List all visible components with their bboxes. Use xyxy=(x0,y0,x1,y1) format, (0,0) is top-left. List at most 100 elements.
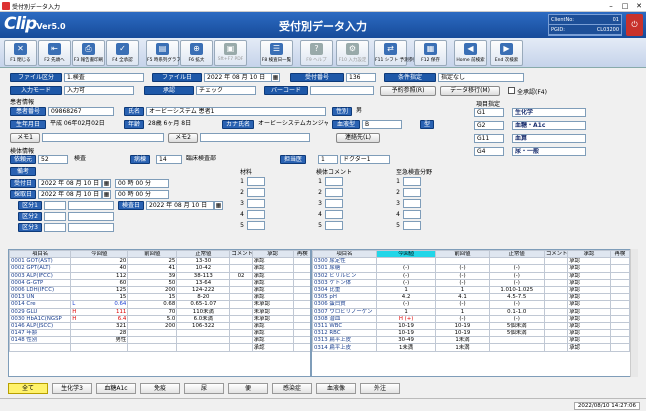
barcode-field[interactable] xyxy=(310,86,374,95)
kensa-calendar-icon[interactable]: ▦ xyxy=(214,201,223,210)
tab-8[interactable]: 外注 xyxy=(360,383,400,394)
recheck-cell[interactable] xyxy=(292,300,310,309)
toolbar-f8-button[interactable]: ☰ F8 検査日一覧 xyxy=(260,40,293,66)
approval-select[interactable]: 承認 xyxy=(567,329,611,338)
current-value[interactable]: H 111 xyxy=(70,307,129,316)
zairyo-row-field[interactable] xyxy=(247,199,265,208)
table-row[interactable]: 承認 xyxy=(9,343,310,352)
approve-select[interactable]: チェック xyxy=(196,86,256,95)
item-spec-code[interactable]: G4 xyxy=(474,147,504,156)
yoyaku-button[interactable]: 予約参照(R) xyxy=(380,86,436,96)
table-row[interactable]: 0306 蛋白質 (-) (-) (-) 承認 xyxy=(312,300,631,309)
table-row[interactable]: 0001 GOT(AST) 20 25 13-30 承認 xyxy=(9,257,310,266)
table-row[interactable]: 0301 尿糖 (-) (-) (-) 承認 xyxy=(312,264,631,273)
comment1[interactable] xyxy=(229,293,253,302)
toolbar-f9-button[interactable]: ? F9 ヘルプ xyxy=(300,40,333,66)
recheck-cell[interactable] xyxy=(292,307,310,316)
table-row[interactable]: 0303 ケトン体 (-) (-) (-) 承認 xyxy=(312,278,631,287)
table-row[interactable]: 0030 HbA1C(NGSP H 6.4 5.0 6.0未満 未承認 xyxy=(9,314,310,323)
current-value[interactable]: 20 xyxy=(70,257,129,266)
zairyo-row-field[interactable] xyxy=(247,188,265,197)
approval-select[interactable]: 承認 xyxy=(567,300,611,309)
current-value[interactable] xyxy=(375,257,437,266)
ward-code-field[interactable]: 14 xyxy=(156,155,182,164)
approval-select[interactable]: 承認 xyxy=(567,307,611,316)
current-value[interactable]: 321 xyxy=(70,321,129,331)
tab-1[interactable]: 生化学3 xyxy=(52,383,92,394)
toolbar-f2-button[interactable]: ⇤ F2 先頭へ xyxy=(38,40,71,66)
approval-select[interactable]: 承認 xyxy=(251,336,294,345)
table-row[interactable]: 0311 WBC 10-19 10-19 5個未満 承認 xyxy=(312,321,631,331)
comment1[interactable] xyxy=(543,307,569,316)
recheck-cell[interactable] xyxy=(609,271,631,280)
current-value[interactable]: 15 xyxy=(70,293,129,302)
toolbar-f12-button[interactable]: ▦ F12 保存 xyxy=(414,40,447,66)
approval-select[interactable]: 承認 xyxy=(251,271,294,280)
approval-select[interactable]: 承認 xyxy=(567,343,611,352)
zairyo-row-field[interactable] xyxy=(247,221,265,230)
recheck-cell[interactable] xyxy=(292,278,310,287)
memo1-button[interactable]: メモ1 xyxy=(10,133,40,143)
comment1[interactable] xyxy=(229,285,253,295)
memo2-field[interactable] xyxy=(200,133,310,142)
recheck-cell[interactable] xyxy=(609,321,631,331)
item-spec-code[interactable]: G11 xyxy=(474,134,504,143)
approval-select[interactable]: 未承認 xyxy=(251,307,294,316)
recheck-cell[interactable] xyxy=(292,329,310,338)
condition-select[interactable]: 指定なし xyxy=(438,73,524,82)
recheck-cell[interactable] xyxy=(292,285,310,295)
file-date-field[interactable]: 2022 年 08 月 10 日 xyxy=(204,73,272,82)
current-value[interactable]: 125 xyxy=(70,285,129,295)
approval-select[interactable]: 承認 xyxy=(567,293,611,302)
calendar-icon[interactable]: ▦ xyxy=(271,73,280,82)
approval-select[interactable]: 承認 xyxy=(251,343,294,352)
window-close-icon[interactable]: ✕ xyxy=(632,1,646,11)
approval-select[interactable]: 未承認 xyxy=(251,314,294,323)
current-value[interactable]: 112 xyxy=(70,271,129,280)
recheck-cell[interactable] xyxy=(609,336,631,345)
approval-select[interactable]: 承認 xyxy=(567,271,611,280)
comment1[interactable] xyxy=(543,257,569,266)
recheck-cell[interactable] xyxy=(609,293,631,302)
table-row[interactable]: 0312 RBC 10-19 10-19 5個未満 承認 xyxy=(312,329,631,338)
recheck-cell[interactable] xyxy=(609,314,631,323)
comment1[interactable] xyxy=(229,314,253,323)
urgent-row-field[interactable] xyxy=(403,221,421,230)
uketsuke-calendar-icon[interactable]: ▦ xyxy=(102,179,111,188)
current-value[interactable]: 60 xyxy=(70,278,129,287)
table-row[interactable]: 0029 GLU H 111 70 110未満 未承認 xyxy=(9,307,310,316)
current-value[interactable]: 40 xyxy=(70,264,129,273)
current-value[interactable]: (-) xyxy=(375,271,437,280)
toolbar-f7-button[interactable]: ▣ Sft+F7 PDF xyxy=(214,40,247,66)
current-value[interactable]: 10-19 xyxy=(375,329,437,338)
recheck-cell[interactable] xyxy=(292,321,310,331)
table-row[interactable]: 0147 年齢 28 承認 xyxy=(9,329,310,338)
saiketsu-date-field[interactable]: 2022 年 08 月 10 日 xyxy=(38,190,102,199)
current-value[interactable]: 1未満 xyxy=(375,343,437,352)
approval-select[interactable]: 承認 xyxy=(567,264,611,273)
toolbar-end-button[interactable]: ▶ End 次検索 xyxy=(490,40,523,66)
contact-button[interactable]: 連絡先(L) xyxy=(336,133,380,143)
comment1[interactable] xyxy=(543,300,569,309)
toolbar-f11-button[interactable]: ⇄ F11 シフト 予測参照 xyxy=(374,40,418,66)
urgent-row-field[interactable] xyxy=(403,210,421,219)
comment1[interactable] xyxy=(543,278,569,287)
toolbar-f6-button[interactable]: ⊕ F6 拡大 xyxy=(180,40,213,66)
approval-select[interactable]: 承認 xyxy=(567,314,611,323)
table-row[interactable]: 0004 G-GTP 60 50 13-64 承認 xyxy=(9,278,310,287)
memo1-field[interactable] xyxy=(42,133,164,142)
irai-code-field[interactable]: 52 xyxy=(38,155,68,164)
comment1[interactable] xyxy=(229,300,253,309)
comment-row-field[interactable] xyxy=(325,199,343,208)
uketsuke-no-field[interactable]: 136 xyxy=(346,73,376,82)
doctor-code-field[interactable]: 1 xyxy=(318,155,338,164)
zairyo-row-field[interactable] xyxy=(247,177,265,186)
recheck-cell[interactable] xyxy=(609,343,631,352)
maximize-icon[interactable]: □ xyxy=(618,1,632,11)
input-mode-select[interactable]: 入力可 xyxy=(64,86,134,95)
approval-select[interactable]: 承認 xyxy=(567,285,611,295)
approval-select[interactable]: 承認 xyxy=(251,293,294,302)
approval-select[interactable]: 承認 xyxy=(251,278,294,287)
table-row[interactable]: 0003 ALP(IFCC) 112 39 38-113 02 承認 xyxy=(9,271,310,280)
table-row[interactable]: 0305 pH 4.2 4.1 4.5-7.5 承認 xyxy=(312,293,631,302)
